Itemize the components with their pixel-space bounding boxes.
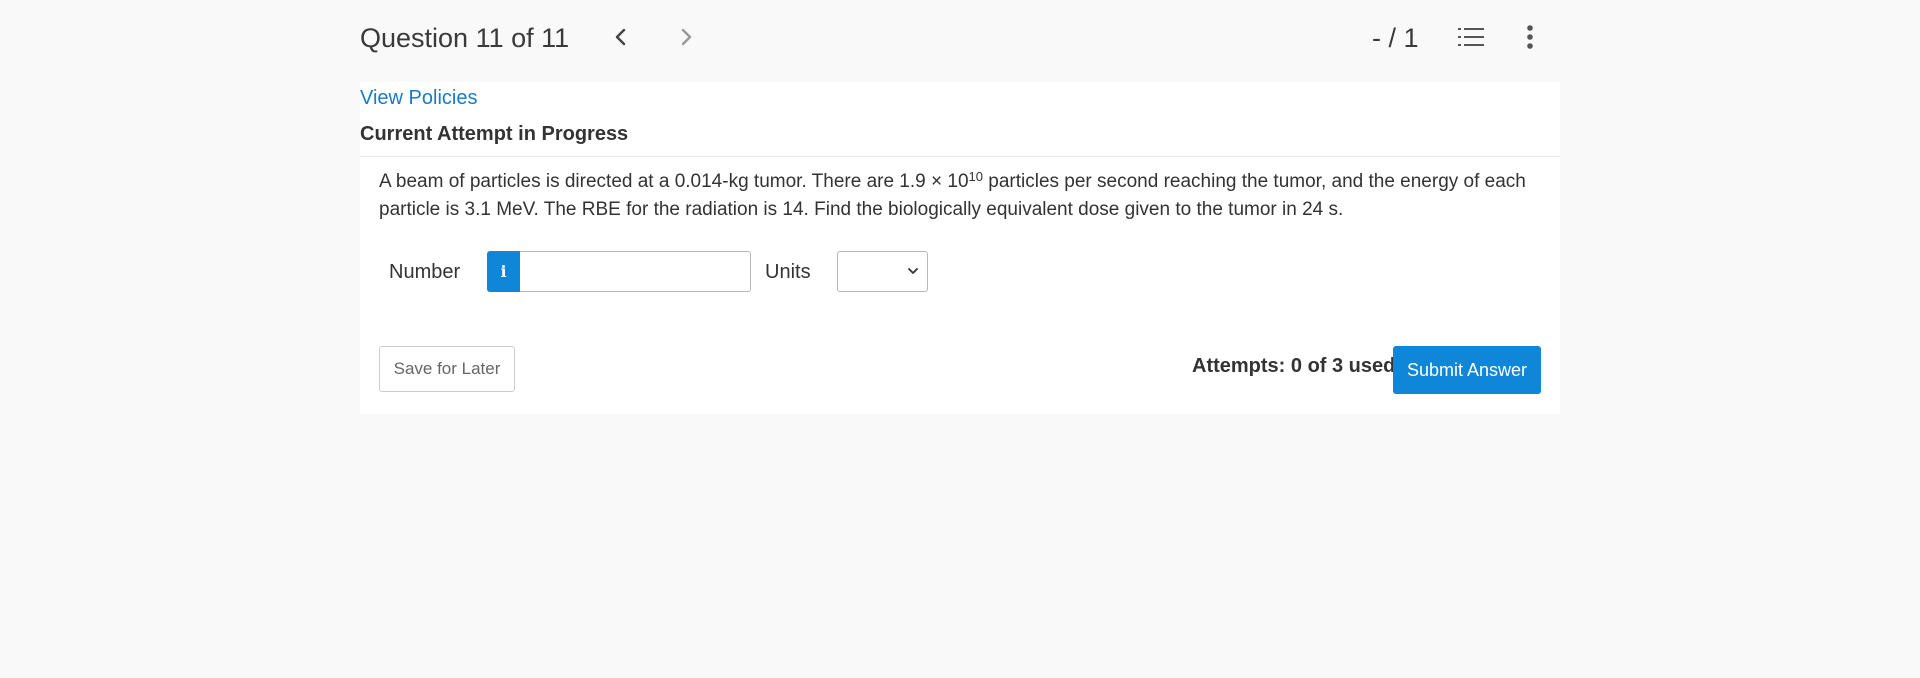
chevron-left-icon xyxy=(615,28,626,46)
question-exponent: 10 xyxy=(968,169,983,184)
divider xyxy=(360,156,1560,157)
more-vertical-icon xyxy=(1527,25,1533,49)
previous-question-button[interactable] xyxy=(603,19,639,55)
list-icon xyxy=(1458,28,1484,46)
question-list-button[interactable] xyxy=(1453,19,1489,55)
score-display: - / 1 xyxy=(1372,23,1419,53)
units-label: Units xyxy=(765,261,811,283)
units-select[interactable] xyxy=(837,251,928,292)
number-label: Number xyxy=(389,261,461,283)
question-text-part1: A beam of particles is directed at a 0.0… xyxy=(379,171,969,192)
question-counter: Question 11 of 11 xyxy=(360,23,570,53)
chevron-right-icon xyxy=(681,28,692,46)
question-text: A beam of particles is directed at a 0.0… xyxy=(379,168,1544,224)
chevron-down-icon xyxy=(908,268,918,274)
more-options-button[interactable] xyxy=(1512,19,1548,55)
next-question-button[interactable] xyxy=(668,19,704,55)
save-for-later-button[interactable]: Save for Later xyxy=(379,346,515,392)
submit-answer-button[interactable]: Submit Answer xyxy=(1393,346,1541,394)
question-card: View Policies Current Attempt in Progres… xyxy=(360,82,1560,414)
info-icon[interactable]: i xyxy=(487,251,520,292)
question-header: Question 11 of 11 - / 1 xyxy=(0,0,1920,82)
attempts-counter: Attempts: 0 of 3 used xyxy=(1192,355,1396,377)
view-policies-link[interactable]: View Policies xyxy=(360,84,477,112)
number-input[interactable] xyxy=(520,251,751,292)
attempt-status-heading: Current Attempt in Progress xyxy=(360,123,629,145)
